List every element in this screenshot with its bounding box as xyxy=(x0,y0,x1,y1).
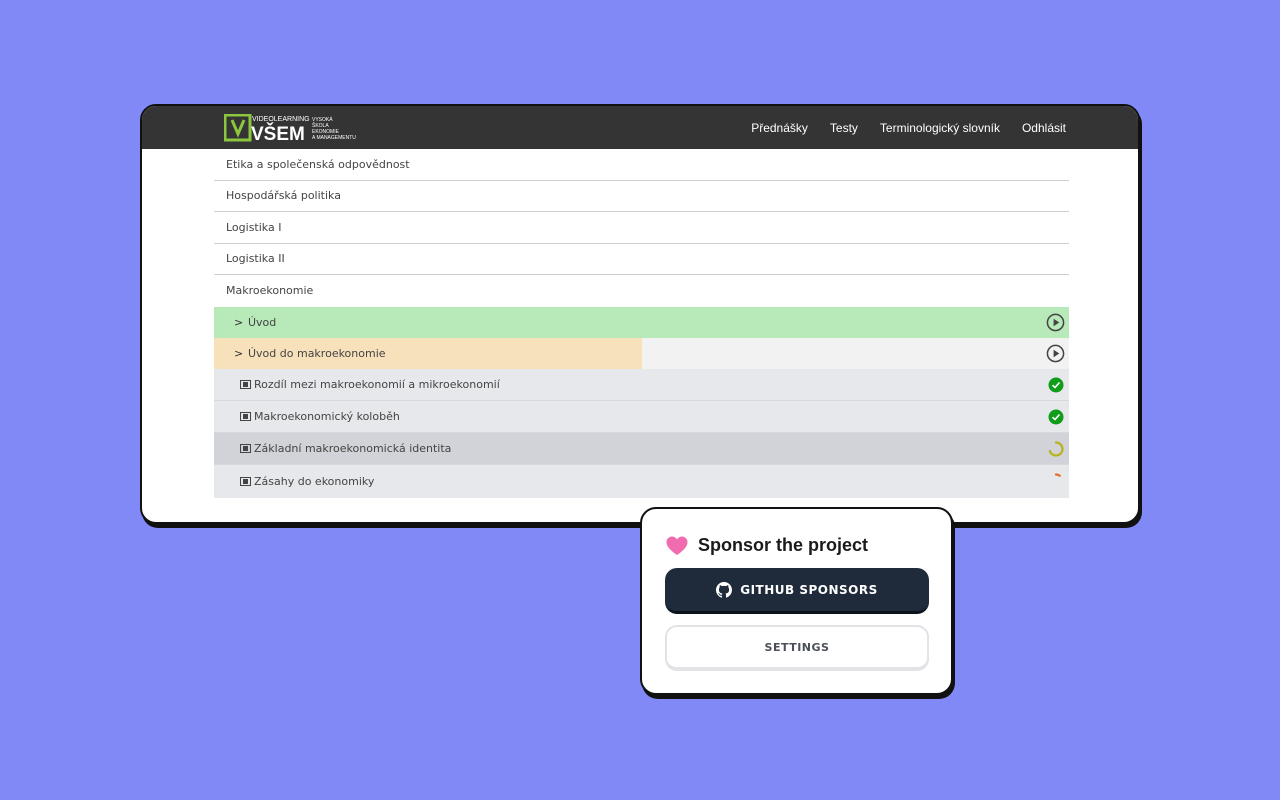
film-icon xyxy=(240,379,251,389)
logo-main-text: VŠEM xyxy=(251,123,305,142)
logo-side-1: VYSOKÁ xyxy=(312,116,333,123)
app-window: VIDEOLEARNING VŠEM VYSOKÁ ŠKOLA EKONOMIE… xyxy=(140,104,1140,524)
chapter-row[interactable]: > Úvod xyxy=(214,306,1069,338)
film-icon xyxy=(240,444,251,454)
video-label: Rozdíl mezi makroekonomií a mikroekonomi… xyxy=(254,377,500,391)
video-item[interactable]: Zásahy do ekonomiky xyxy=(214,465,1069,498)
play-circle-icon[interactable] xyxy=(1046,313,1065,332)
logo-side-4: A MANAGEMENTU xyxy=(312,135,356,141)
check-circle-icon xyxy=(1048,377,1064,392)
heart-icon xyxy=(666,536,688,555)
github-icon xyxy=(716,581,733,598)
progress-ring-icon xyxy=(1048,441,1064,457)
logo-side-2: ŠKOLA xyxy=(312,122,329,129)
navbar: VIDEOLEARNING VŠEM VYSOKÁ ŠKOLA EKONOMIE… xyxy=(142,106,1138,149)
nav-lectures[interactable]: Přednášky xyxy=(751,121,808,135)
logo-top-text: VIDEOLEARNING xyxy=(252,116,310,123)
chapter-row[interactable]: > Úvod do makroekonomie xyxy=(214,337,1069,369)
settings-label: SETTINGS xyxy=(764,640,830,654)
sponsor-popup: Sponsor the project GITHUB SPONSORS SETT… xyxy=(640,507,953,695)
course-list: Etika a společenská odpovědnost Hospodář… xyxy=(214,149,1069,498)
play-circle-icon[interactable] xyxy=(1046,344,1065,363)
course-item[interactable]: Logistika II xyxy=(214,244,1069,275)
chevron-right-icon: > xyxy=(234,346,244,360)
nav-glossary[interactable]: Terminologický slovník xyxy=(880,121,1000,135)
video-label: Základní makroekonomická identita xyxy=(254,442,452,456)
film-icon xyxy=(240,477,251,487)
check-circle-icon xyxy=(1048,409,1064,425)
video-item[interactable]: Rozdíl mezi makroekonomií a mikroekonomi… xyxy=(214,368,1069,401)
course-item-active[interactable]: Makroekonomie xyxy=(214,275,1069,307)
course-item[interactable]: Etika a společenská odpovědnost xyxy=(214,149,1069,181)
github-sponsors-button[interactable]: GITHUB SPONSORS xyxy=(665,568,929,614)
course-item[interactable]: Hospodářská politika xyxy=(214,181,1069,212)
chapter-label: Úvod do makroekonomie xyxy=(248,346,386,360)
video-label: Makroekonomický koloběh xyxy=(254,409,400,423)
github-sponsors-label: GITHUB SPONSORS xyxy=(740,582,878,597)
video-label: Zásahy do ekonomiky xyxy=(254,475,375,489)
nav-links: Přednášky Testy Terminologický slovník O… xyxy=(751,106,1066,149)
video-item[interactable]: Základní makroekonomická identita xyxy=(214,433,1069,466)
progress-ring-icon xyxy=(1054,473,1061,478)
settings-button[interactable]: SETTINGS xyxy=(665,625,929,671)
nav-logout[interactable]: Odhlásit xyxy=(1022,121,1066,135)
nav-tests[interactable]: Testy xyxy=(830,121,858,135)
chevron-right-icon: > xyxy=(234,315,244,329)
sponsor-title: Sponsor the project xyxy=(698,535,869,555)
chapter-label: Úvod xyxy=(248,315,277,329)
film-icon xyxy=(240,411,251,421)
video-item[interactable]: Makroekonomický koloběh xyxy=(214,400,1069,434)
vsem-logo[interactable]: VIDEOLEARNING VŠEM VYSOKÁ ŠKOLA EKONOMIE… xyxy=(224,114,360,142)
course-item[interactable]: Logistika I xyxy=(214,212,1069,244)
